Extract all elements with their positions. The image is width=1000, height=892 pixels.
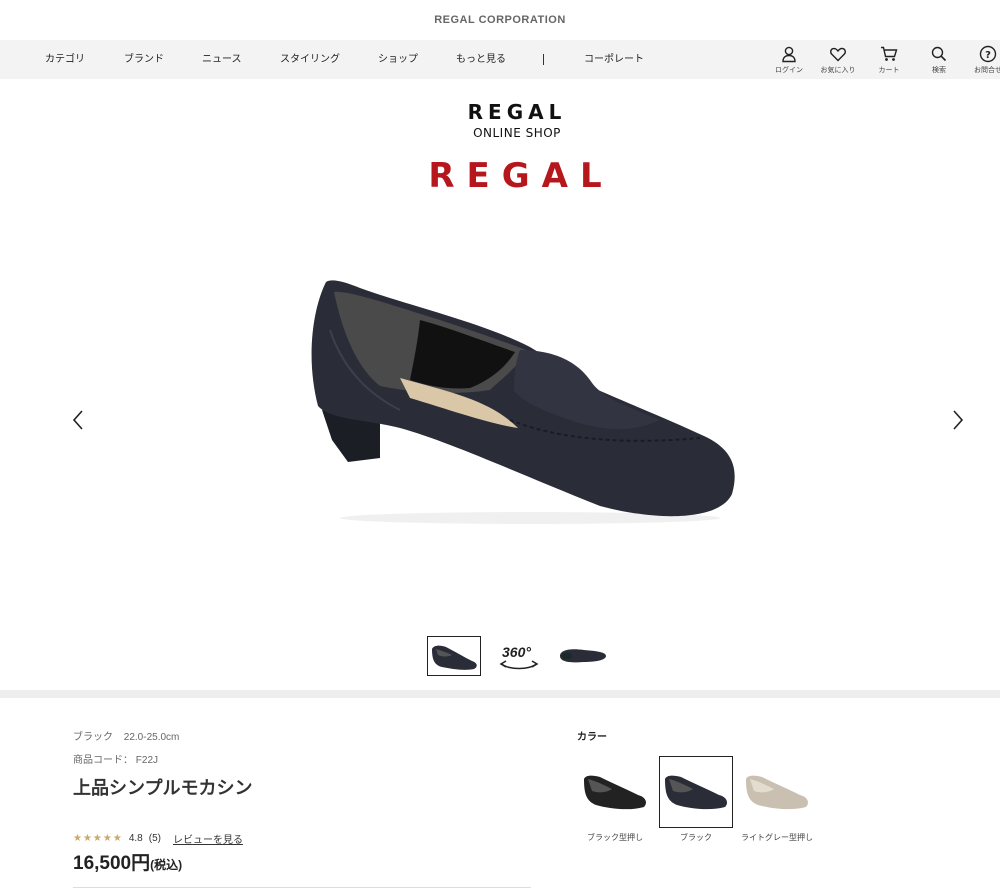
color-option-label: ブラック (680, 833, 712, 842)
review-count: (5) (148, 833, 161, 844)
product-size-range: 22.0-25.0cm (123, 732, 180, 743)
heart-icon (830, 47, 846, 62)
login-button[interactable]: ログイン (769, 45, 809, 75)
gallery-thumbnail-sole[interactable] (556, 636, 610, 676)
global-nav: カテゴリ ブランド ニュース スタイリング ショップ もっと見る コーポレート … (0, 40, 1000, 79)
nav-item-shop[interactable]: ショップ (378, 40, 418, 79)
favorites-label: お気に入り (820, 67, 856, 74)
cart-button[interactable]: カート (869, 45, 909, 75)
product-code-label: 商品コード： (73, 755, 133, 766)
nav-separator (543, 54, 544, 65)
brand-logo: REGAL (428, 156, 614, 196)
color-heading: カラー (577, 732, 607, 743)
product-price: 16,500円(税込) (73, 848, 182, 875)
section-divider (0, 690, 1000, 698)
color-option-black-embossed[interactable]: ブラック型押し (578, 756, 652, 843)
color-option-label: ライトグレー型押し (741, 833, 813, 842)
color-option-light-gray-embossed[interactable]: ライトグレー型押し (740, 756, 814, 843)
product-title: 上品シンプルモカシン (73, 778, 253, 798)
rating-score: 4.8 (128, 833, 143, 844)
price-divider (73, 887, 531, 888)
product-code: 商品コード： F22J (73, 751, 158, 766)
site-logo[interactable]: REGAL (0, 100, 1000, 124)
gallery-next-button[interactable] (946, 405, 970, 435)
thumbnail-360-label: 360° (502, 644, 531, 660)
search-icon (931, 46, 947, 62)
product-color: ブラック (73, 732, 113, 743)
nav-item-category[interactable]: カテゴリ (45, 40, 85, 79)
corporate-header: REGAL CORPORATION (0, 0, 1000, 40)
price-value: 16,500円 (73, 853, 151, 874)
help-label: お問合せ (974, 67, 1000, 74)
cart-label: カート (878, 67, 900, 74)
color-option-label: ブラック型押し (587, 833, 643, 842)
nav-item-more[interactable]: もっと見る (456, 40, 506, 79)
chevron-left-icon (72, 410, 83, 430)
nav-item-styling[interactable]: スタイリング (280, 40, 340, 79)
color-option-black[interactable]: ブラック (659, 756, 733, 843)
gallery-thumbnail-360[interactable]: 360° (492, 636, 546, 676)
product-main-image (300, 270, 740, 530)
chevron-right-icon (953, 410, 964, 430)
nav-item-news[interactable]: ニュース (202, 40, 242, 79)
site-logo-subtitle: ONLINE SHOP (473, 126, 561, 140)
help-button[interactable]: ? お問合せ (968, 45, 1000, 75)
cart-icon (881, 46, 898, 61)
nav-item-brand[interactable]: ブランド (124, 40, 164, 79)
favorites-button[interactable]: お気に入り (818, 45, 858, 75)
help-icon: ? (979, 45, 997, 63)
corporate-title[interactable]: REGAL CORPORATION (434, 14, 566, 26)
product-code-value: F22J (135, 755, 159, 766)
product-meta: ブラック 22.0-25.0cm (73, 728, 179, 743)
search-label: 検索 (932, 67, 946, 74)
nav-item-corporate[interactable]: コーポレート (584, 40, 644, 79)
login-label: ログイン (775, 67, 803, 74)
product-rating: ★★★★★ 4.8 (5) レビューを見る (73, 831, 243, 846)
user-icon (782, 46, 796, 63)
gallery-prev-button[interactable] (66, 405, 90, 435)
svg-text:?: ? (985, 50, 991, 61)
gallery-thumbnail-side[interactable] (427, 636, 481, 676)
price-tax-label: (税込) (150, 858, 183, 872)
search-button[interactable]: 検索 (919, 45, 959, 75)
view-reviews-link[interactable]: レビューを見る (173, 831, 243, 846)
rating-stars: ★★★★★ (73, 833, 123, 844)
